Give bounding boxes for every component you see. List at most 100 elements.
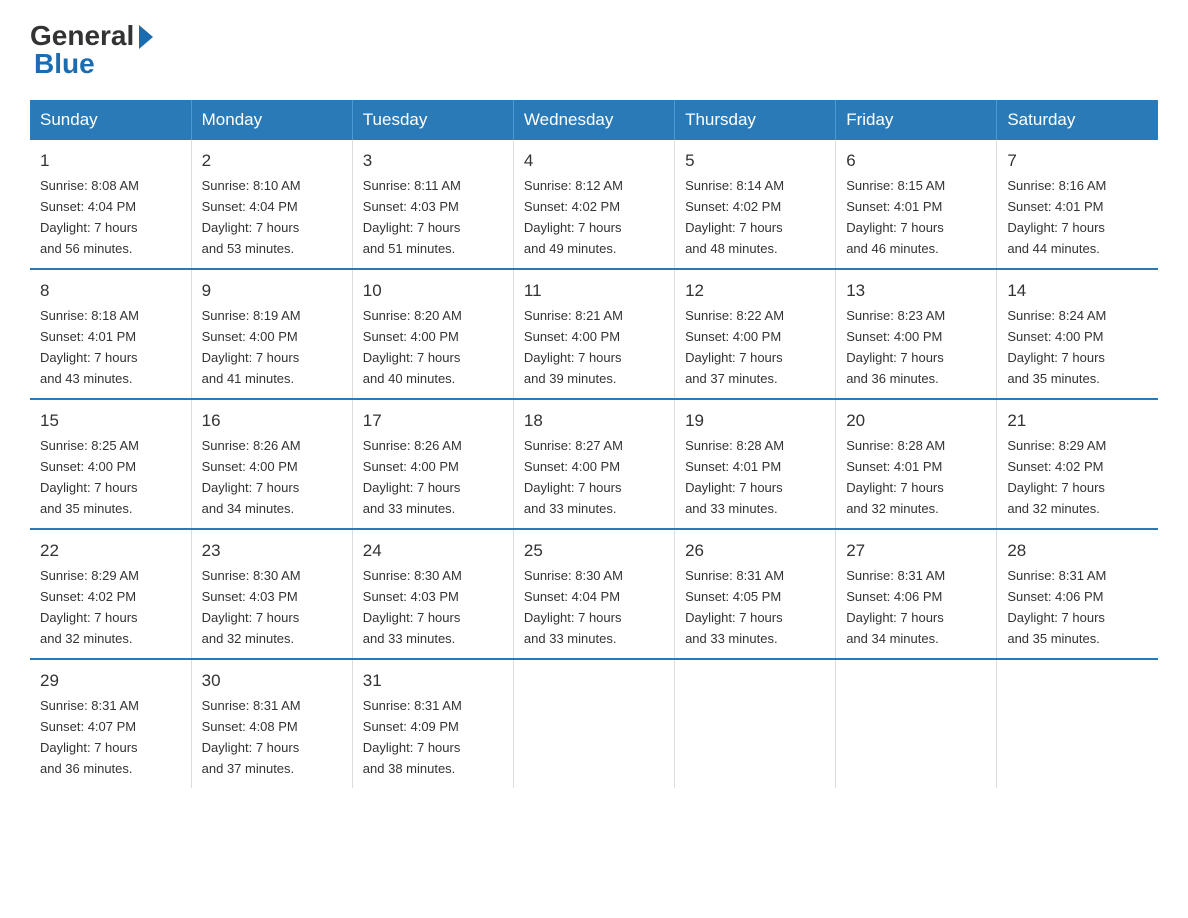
calendar-day-cell: 21 Sunrise: 8:29 AMSunset: 4:02 PMDaylig… [997,399,1158,529]
day-info: Sunrise: 8:30 AMSunset: 4:03 PMDaylight:… [202,568,301,646]
day-number: 26 [685,538,825,564]
calendar-day-cell [836,659,997,788]
day-number: 2 [202,148,342,174]
header-monday: Monday [191,100,352,140]
calendar-week-row: 22 Sunrise: 8:29 AMSunset: 4:02 PMDaylig… [30,529,1158,659]
day-info: Sunrise: 8:31 AMSunset: 4:07 PMDaylight:… [40,698,139,776]
day-number: 23 [202,538,342,564]
day-info: Sunrise: 8:29 AMSunset: 4:02 PMDaylight:… [1007,438,1106,516]
day-info: Sunrise: 8:31 AMSunset: 4:05 PMDaylight:… [685,568,784,646]
day-number: 5 [685,148,825,174]
day-number: 20 [846,408,986,434]
day-info: Sunrise: 8:31 AMSunset: 4:06 PMDaylight:… [1007,568,1106,646]
day-info: Sunrise: 8:30 AMSunset: 4:04 PMDaylight:… [524,568,623,646]
calendar-day-cell: 29 Sunrise: 8:31 AMSunset: 4:07 PMDaylig… [30,659,191,788]
day-number: 13 [846,278,986,304]
calendar-day-cell [997,659,1158,788]
calendar-day-cell: 2 Sunrise: 8:10 AMSunset: 4:04 PMDayligh… [191,140,352,269]
calendar-day-cell: 4 Sunrise: 8:12 AMSunset: 4:02 PMDayligh… [513,140,674,269]
calendar-day-cell: 23 Sunrise: 8:30 AMSunset: 4:03 PMDaylig… [191,529,352,659]
day-info: Sunrise: 8:08 AMSunset: 4:04 PMDaylight:… [40,178,139,256]
calendar-week-row: 1 Sunrise: 8:08 AMSunset: 4:04 PMDayligh… [30,140,1158,269]
day-info: Sunrise: 8:19 AMSunset: 4:00 PMDaylight:… [202,308,301,386]
calendar-week-row: 8 Sunrise: 8:18 AMSunset: 4:01 PMDayligh… [30,269,1158,399]
header-saturday: Saturday [997,100,1158,140]
header-thursday: Thursday [675,100,836,140]
day-number: 10 [363,278,503,304]
day-number: 28 [1007,538,1148,564]
day-info: Sunrise: 8:31 AMSunset: 4:08 PMDaylight:… [202,698,301,776]
day-number: 4 [524,148,664,174]
calendar-day-cell: 26 Sunrise: 8:31 AMSunset: 4:05 PMDaylig… [675,529,836,659]
calendar-day-cell: 31 Sunrise: 8:31 AMSunset: 4:09 PMDaylig… [352,659,513,788]
day-number: 18 [524,408,664,434]
calendar-day-cell: 3 Sunrise: 8:11 AMSunset: 4:03 PMDayligh… [352,140,513,269]
day-info: Sunrise: 8:25 AMSunset: 4:00 PMDaylight:… [40,438,139,516]
day-number: 1 [40,148,181,174]
calendar-day-cell: 19 Sunrise: 8:28 AMSunset: 4:01 PMDaylig… [675,399,836,529]
day-info: Sunrise: 8:30 AMSunset: 4:03 PMDaylight:… [363,568,462,646]
calendar-day-cell: 6 Sunrise: 8:15 AMSunset: 4:01 PMDayligh… [836,140,997,269]
day-number: 8 [40,278,181,304]
calendar-day-cell [675,659,836,788]
day-number: 29 [40,668,181,694]
day-info: Sunrise: 8:18 AMSunset: 4:01 PMDaylight:… [40,308,139,386]
day-number: 27 [846,538,986,564]
day-info: Sunrise: 8:12 AMSunset: 4:02 PMDaylight:… [524,178,623,256]
calendar-day-cell: 8 Sunrise: 8:18 AMSunset: 4:01 PMDayligh… [30,269,191,399]
calendar-day-cell: 18 Sunrise: 8:27 AMSunset: 4:00 PMDaylig… [513,399,674,529]
day-info: Sunrise: 8:14 AMSunset: 4:02 PMDaylight:… [685,178,784,256]
day-number: 9 [202,278,342,304]
day-info: Sunrise: 8:24 AMSunset: 4:00 PMDaylight:… [1007,308,1106,386]
day-info: Sunrise: 8:23 AMSunset: 4:00 PMDaylight:… [846,308,945,386]
calendar-day-cell: 12 Sunrise: 8:22 AMSunset: 4:00 PMDaylig… [675,269,836,399]
calendar-day-cell: 13 Sunrise: 8:23 AMSunset: 4:00 PMDaylig… [836,269,997,399]
day-info: Sunrise: 8:27 AMSunset: 4:00 PMDaylight:… [524,438,623,516]
day-info: Sunrise: 8:31 AMSunset: 4:06 PMDaylight:… [846,568,945,646]
day-number: 15 [40,408,181,434]
day-info: Sunrise: 8:10 AMSunset: 4:04 PMDaylight:… [202,178,301,256]
logo: General Blue [30,20,153,80]
calendar-day-cell: 25 Sunrise: 8:30 AMSunset: 4:04 PMDaylig… [513,529,674,659]
day-number: 31 [363,668,503,694]
day-info: Sunrise: 8:28 AMSunset: 4:01 PMDaylight:… [846,438,945,516]
day-number: 25 [524,538,664,564]
calendar-day-cell: 14 Sunrise: 8:24 AMSunset: 4:00 PMDaylig… [997,269,1158,399]
day-number: 12 [685,278,825,304]
calendar-week-row: 29 Sunrise: 8:31 AMSunset: 4:07 PMDaylig… [30,659,1158,788]
day-number: 6 [846,148,986,174]
calendar-day-cell: 5 Sunrise: 8:14 AMSunset: 4:02 PMDayligh… [675,140,836,269]
calendar-day-cell: 20 Sunrise: 8:28 AMSunset: 4:01 PMDaylig… [836,399,997,529]
calendar-day-cell: 1 Sunrise: 8:08 AMSunset: 4:04 PMDayligh… [30,140,191,269]
day-info: Sunrise: 8:28 AMSunset: 4:01 PMDaylight:… [685,438,784,516]
day-number: 14 [1007,278,1148,304]
day-info: Sunrise: 8:20 AMSunset: 4:00 PMDaylight:… [363,308,462,386]
calendar-table: Sunday Monday Tuesday Wednesday Thursday… [30,100,1158,788]
day-info: Sunrise: 8:22 AMSunset: 4:00 PMDaylight:… [685,308,784,386]
calendar-header-row: Sunday Monday Tuesday Wednesday Thursday… [30,100,1158,140]
day-info: Sunrise: 8:15 AMSunset: 4:01 PMDaylight:… [846,178,945,256]
day-number: 22 [40,538,181,564]
calendar-day-cell: 15 Sunrise: 8:25 AMSunset: 4:00 PMDaylig… [30,399,191,529]
calendar-week-row: 15 Sunrise: 8:25 AMSunset: 4:00 PMDaylig… [30,399,1158,529]
calendar-day-cell: 11 Sunrise: 8:21 AMSunset: 4:00 PMDaylig… [513,269,674,399]
calendar-day-cell: 7 Sunrise: 8:16 AMSunset: 4:01 PMDayligh… [997,140,1158,269]
day-number: 7 [1007,148,1148,174]
header-tuesday: Tuesday [352,100,513,140]
day-info: Sunrise: 8:26 AMSunset: 4:00 PMDaylight:… [202,438,301,516]
calendar-day-cell [513,659,674,788]
calendar-day-cell: 27 Sunrise: 8:31 AMSunset: 4:06 PMDaylig… [836,529,997,659]
calendar-day-cell: 10 Sunrise: 8:20 AMSunset: 4:00 PMDaylig… [352,269,513,399]
day-info: Sunrise: 8:31 AMSunset: 4:09 PMDaylight:… [363,698,462,776]
calendar-day-cell: 16 Sunrise: 8:26 AMSunset: 4:00 PMDaylig… [191,399,352,529]
day-number: 11 [524,278,664,304]
day-number: 16 [202,408,342,434]
calendar-day-cell: 28 Sunrise: 8:31 AMSunset: 4:06 PMDaylig… [997,529,1158,659]
calendar-day-cell: 30 Sunrise: 8:31 AMSunset: 4:08 PMDaylig… [191,659,352,788]
day-info: Sunrise: 8:26 AMSunset: 4:00 PMDaylight:… [363,438,462,516]
day-number: 3 [363,148,503,174]
day-info: Sunrise: 8:16 AMSunset: 4:01 PMDaylight:… [1007,178,1106,256]
header-friday: Friday [836,100,997,140]
header-wednesday: Wednesday [513,100,674,140]
logo-blue-text: Blue [30,48,153,80]
